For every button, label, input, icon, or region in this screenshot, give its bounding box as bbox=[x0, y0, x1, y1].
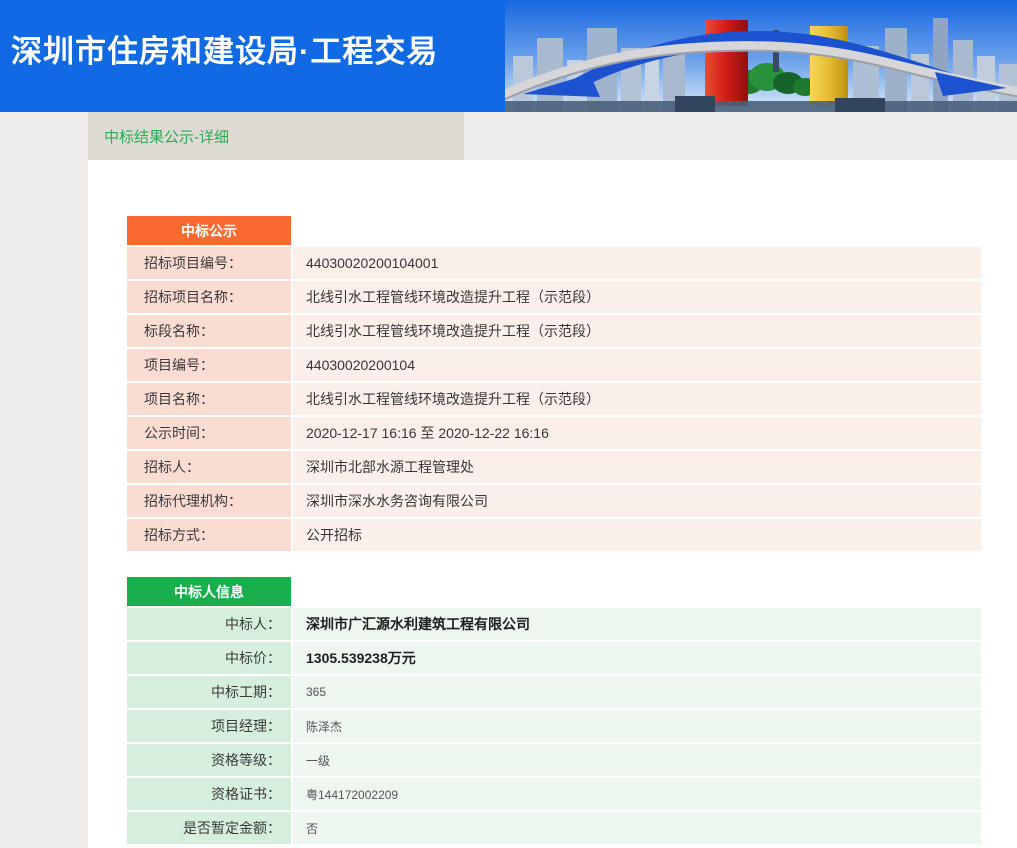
table-row: 中标工期：365 bbox=[127, 676, 981, 708]
field-label: 项目编号： bbox=[127, 349, 291, 381]
field-value: 公开招标 bbox=[293, 519, 981, 551]
field-value: 2020-12-17 16:16 至 2020-12-22 16:16 bbox=[293, 417, 981, 449]
table-row: 项目编号：44030020200104 bbox=[127, 349, 981, 381]
field-label: 招标项目名称： bbox=[127, 281, 291, 313]
table-row: 标段名称：北线引水工程管线环境改造提升工程（示范段） bbox=[127, 315, 981, 347]
field-label: 资格等级： bbox=[127, 744, 291, 776]
field-label: 项目名称： bbox=[127, 383, 291, 415]
breadcrumb-band: 中标结果公示-详细 bbox=[0, 112, 1017, 160]
breadcrumb-label: 中标结果公示-详细 bbox=[104, 126, 229, 147]
field-label: 是否暂定金额： bbox=[127, 812, 291, 844]
section-header-row: 中标人信息 bbox=[127, 577, 981, 606]
table-row: 项目名称：北线引水工程管线环境改造提升工程（示范段） bbox=[127, 383, 981, 415]
field-value: 否 bbox=[293, 812, 981, 844]
field-value: 陈泽杰 bbox=[293, 710, 981, 742]
field-label: 招标代理机构： bbox=[127, 485, 291, 517]
field-label: 资格证书： bbox=[127, 778, 291, 810]
section-header-row: 中标公示 bbox=[127, 216, 981, 245]
table-row: 资格等级：一级 bbox=[127, 744, 981, 776]
field-value: 44030020200104 bbox=[293, 349, 981, 381]
table-row: 公示时间：2020-12-17 16:16 至 2020-12-22 16:16 bbox=[127, 417, 981, 449]
field-label: 招标人： bbox=[127, 451, 291, 483]
bid-notice-table: 中标公示 招标项目编号：44030020200104001招标项目名称：北线引水… bbox=[125, 214, 983, 553]
field-label: 招标项目编号： bbox=[127, 247, 291, 279]
field-label: 招标方式： bbox=[127, 519, 291, 551]
table-row: 招标方式：公开招标 bbox=[127, 519, 981, 551]
winner-info-table: 中标人信息 中标人：深圳市广汇源水利建筑工程有限公司中标价：1305.53923… bbox=[125, 575, 983, 846]
field-label: 中标价： bbox=[127, 642, 291, 674]
table-row: 中标价：1305.539238万元 bbox=[127, 642, 981, 674]
field-label: 公示时间： bbox=[127, 417, 291, 449]
page: 深圳市住房和建设局·工程交易 bbox=[0, 0, 1017, 848]
bid-notice-title: 中标公示 bbox=[127, 216, 291, 245]
table-row: 招标代理机构：深圳市深水水务咨询有限公司 bbox=[127, 485, 981, 517]
field-value: 深圳市深水水务咨询有限公司 bbox=[293, 485, 981, 517]
field-label: 项目经理： bbox=[127, 710, 291, 742]
field-value: 北线引水工程管线环境改造提升工程（示范段） bbox=[293, 315, 981, 347]
field-value: 1305.539238万元 bbox=[293, 642, 981, 674]
main-content: 中标公示 招标项目编号：44030020200104001招标项目名称：北线引水… bbox=[88, 160, 1017, 848]
field-value: 365 bbox=[293, 676, 981, 708]
table-row: 资格证书：粤144172002209 bbox=[127, 778, 981, 810]
table-row: 招标项目名称：北线引水工程管线环境改造提升工程（示范段） bbox=[127, 281, 981, 313]
field-label: 标段名称： bbox=[127, 315, 291, 347]
field-value: 一级 bbox=[293, 744, 981, 776]
header-banner-image bbox=[505, 0, 1017, 112]
winner-info-section: 中标人信息 中标人：深圳市广汇源水利建筑工程有限公司中标价：1305.53923… bbox=[125, 575, 1017, 846]
site-title: 深圳市住房和建设局·工程交易 bbox=[11, 26, 438, 71]
section-header-spacer bbox=[293, 577, 981, 606]
table-row: 项目经理：陈泽杰 bbox=[127, 710, 981, 742]
field-value: 北线引水工程管线环境改造提升工程（示范段） bbox=[293, 383, 981, 415]
table-row: 招标人：深圳市北部水源工程管理处 bbox=[127, 451, 981, 483]
table-row: 中标人：深圳市广汇源水利建筑工程有限公司 bbox=[127, 608, 981, 640]
field-value: 北线引水工程管线环境改造提升工程（示范段） bbox=[293, 281, 981, 313]
site-header: 深圳市住房和建设局·工程交易 bbox=[0, 0, 1017, 112]
breadcrumb-tab[interactable]: 中标结果公示-详细 bbox=[88, 112, 464, 160]
field-value: 44030020200104001 bbox=[293, 247, 981, 279]
field-value: 深圳市北部水源工程管理处 bbox=[293, 451, 981, 483]
field-label: 中标工期： bbox=[127, 676, 291, 708]
table-row: 招标项目编号：44030020200104001 bbox=[127, 247, 981, 279]
field-value: 深圳市广汇源水利建筑工程有限公司 bbox=[293, 608, 981, 640]
bid-notice-section: 中标公示 招标项目编号：44030020200104001招标项目名称：北线引水… bbox=[125, 214, 1017, 553]
field-label: 中标人： bbox=[127, 608, 291, 640]
section-header-spacer bbox=[293, 216, 981, 245]
table-row: 是否暂定金额：否 bbox=[127, 812, 981, 844]
field-value: 粤144172002209 bbox=[293, 778, 981, 810]
winner-info-title: 中标人信息 bbox=[127, 577, 291, 606]
